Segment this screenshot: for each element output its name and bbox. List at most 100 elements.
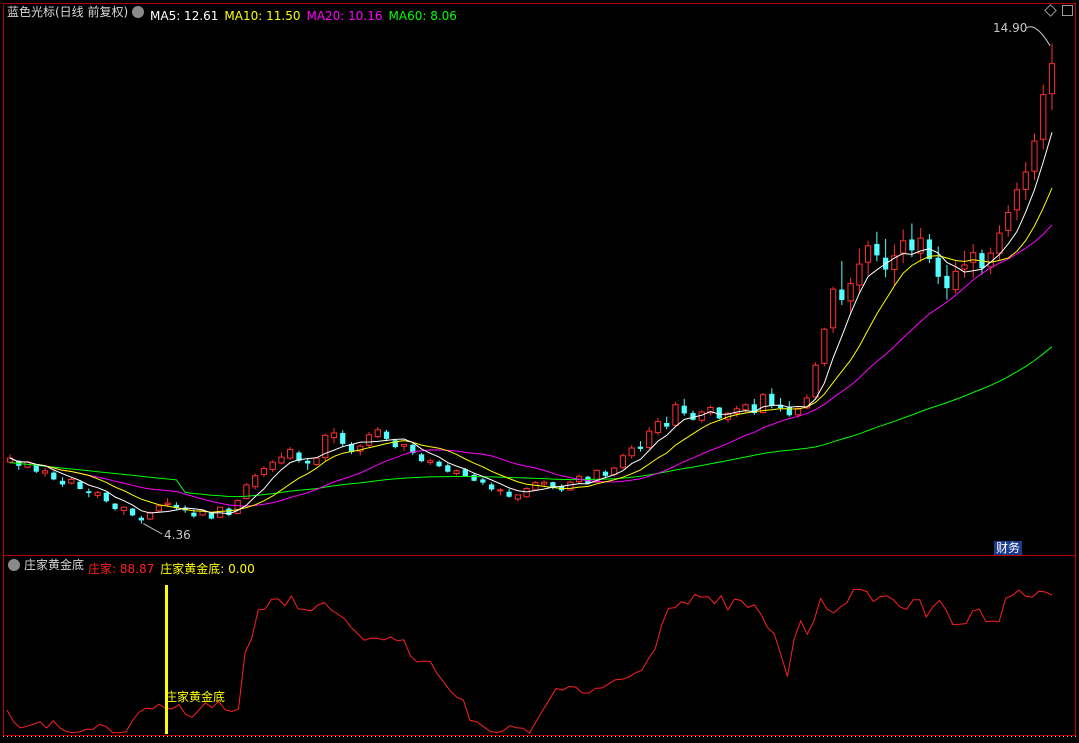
candle-body-up — [970, 252, 977, 263]
candle-body-up — [961, 264, 968, 270]
candle-body-down — [340, 432, 346, 444]
candle-body-up — [497, 489, 504, 492]
candle-body-down — [506, 491, 512, 497]
candle-body-up — [812, 364, 819, 398]
candle-body-up — [952, 270, 959, 291]
candle-body-up — [864, 245, 872, 263]
candle-body-down — [383, 431, 390, 439]
candle-body-up — [672, 404, 679, 426]
candle-body-up — [821, 328, 828, 364]
candle-body-up — [217, 506, 224, 518]
candle-body-down — [138, 517, 144, 521]
candle-body-up — [41, 470, 49, 474]
candle-body-up — [1048, 63, 1056, 95]
candle-body-up — [427, 460, 434, 464]
candle-body-down — [681, 405, 687, 414]
candle-body-up — [278, 456, 285, 464]
candle-body-up — [759, 394, 767, 413]
candle-body-up — [541, 481, 548, 485]
sub-panel-title: 庄家黄金底 — [24, 558, 85, 572]
kline-chart-window: 蓝色光标(日线 前复权) MA5: 12.61 MA10: 11.50 MA20: … — [0, 0, 1079, 739]
high-price-label: 14.90 — [993, 21, 1028, 35]
low-price-label: 4.36 — [164, 528, 191, 542]
candle-body-up — [453, 470, 460, 475]
candle-body-down — [436, 461, 442, 467]
chart-canvas[interactable] — [0, 0, 1079, 739]
candle-body-up — [269, 461, 276, 470]
candle-body-down — [716, 407, 722, 419]
candle-body-up — [856, 263, 863, 286]
candle-body-up — [94, 492, 101, 496]
candle-body-down — [418, 454, 425, 462]
legend-item: 庄家: 88.87 — [88, 562, 155, 576]
candle-body-down — [909, 239, 915, 251]
candle-body-down — [637, 446, 644, 449]
candle-body-down — [51, 472, 57, 480]
candle-body-down — [305, 460, 311, 464]
legend-item: MA60: 8.06 — [388, 9, 457, 23]
candle-body-down — [112, 503, 118, 510]
candle-body-up — [829, 288, 837, 329]
candle-body-up — [1022, 171, 1029, 190]
candle-body-up — [68, 478, 75, 484]
candle-body-up — [120, 506, 127, 511]
candle-body-up — [400, 443, 408, 447]
candle-body-down — [786, 406, 792, 416]
candle-body-down — [471, 474, 477, 481]
candle-body-down — [944, 275, 950, 289]
candle-body-up — [900, 240, 907, 254]
candle-body-down — [769, 393, 775, 406]
candle-body-down — [103, 492, 109, 502]
candle-body-up — [628, 447, 635, 457]
candle-body-down — [480, 479, 486, 483]
candle-body-down — [191, 512, 197, 517]
candle-body-up — [1013, 189, 1021, 211]
candle-body-up — [646, 430, 653, 449]
candle-body-up — [330, 432, 338, 439]
candle-body-down — [129, 508, 136, 516]
candle-body-down — [874, 244, 880, 256]
legend-item: MA20: 10.16 — [306, 9, 383, 23]
candle-body-up — [742, 404, 749, 411]
legend-item: MA5: 12.61 — [150, 9, 219, 23]
sub-indicator-legend: 庄家: 88.87 庄家黄金底: 0.00 — [88, 558, 261, 577]
ma-legend: MA5: 12.61 MA10: 11.50 MA20: 10.16 MA60: 8.… — [150, 5, 463, 24]
candle-body-up — [1031, 140, 1038, 172]
candle-body-up — [1040, 94, 1047, 140]
candle-body-up — [374, 429, 381, 438]
golden-bottom-signal-label: 庄家黄金底 — [165, 690, 226, 704]
candle-body-up — [260, 468, 268, 475]
sub-indicator-menu-button[interactable] — [8, 559, 20, 571]
candle-body-up — [287, 448, 294, 459]
candle-body-down — [59, 480, 66, 485]
indicator-menu-button[interactable] — [132, 6, 144, 18]
candle-body-up — [199, 510, 206, 516]
candle-body-up — [146, 512, 154, 520]
candle-body-down — [445, 465, 451, 472]
window-toggle-icon[interactable] — [1062, 5, 1073, 16]
candle-body-up — [523, 488, 530, 498]
candle-body-up — [313, 457, 320, 465]
finance-badge[interactable]: 财务 — [994, 541, 1023, 555]
golden-bottom-signal-bar — [165, 585, 168, 734]
stock-title: 蓝色光标(日线 前复权) — [7, 5, 129, 19]
candle-body-down — [77, 481, 83, 489]
candle-body-down — [602, 471, 609, 476]
candle-body-down — [664, 422, 670, 427]
candle-body-up — [1005, 212, 1012, 231]
candle-body-down — [839, 289, 845, 301]
candle-body-up — [847, 283, 854, 302]
candle-body-up — [619, 455, 627, 468]
legend-item: MA10: 11.50 — [224, 9, 301, 23]
candle-body-up — [514, 494, 521, 500]
candle-body-up — [532, 482, 539, 491]
candle-body-down — [935, 257, 941, 277]
candle-body-up — [252, 475, 259, 488]
candle-body-up — [996, 232, 1003, 254]
candle-body-up — [164, 502, 171, 505]
candle-body-down — [208, 513, 215, 519]
candle-body-down — [488, 484, 495, 490]
candle-body-down — [86, 491, 92, 494]
candle-body-up — [654, 421, 662, 434]
candle-body-up — [155, 505, 162, 512]
